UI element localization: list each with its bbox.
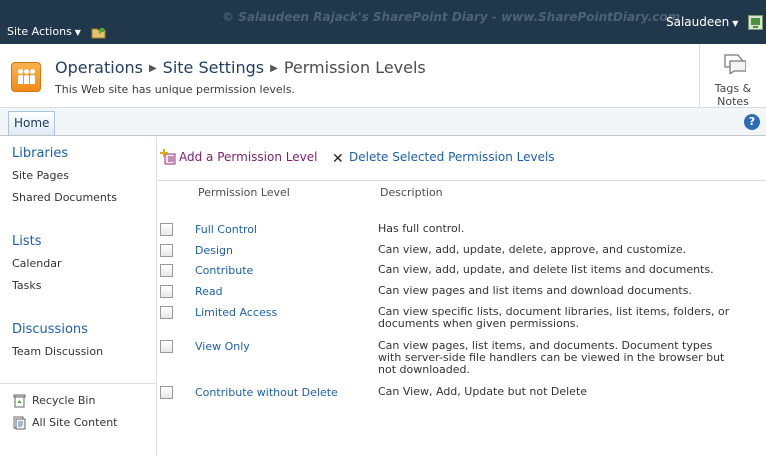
- permission-description: Can view pages and list items and downlo…: [378, 284, 692, 297]
- permission-description: Can view pages, list items, and document…: [378, 339, 725, 376]
- chevron-right-icon: ▶: [148, 63, 157, 74]
- row-checkbox[interactable]: [160, 244, 173, 257]
- ql-item-shared-documents[interactable]: Shared Documents: [12, 191, 117, 204]
- column-header-permission-level[interactable]: Permission Level: [198, 186, 290, 199]
- quick-launch: Libraries Site Pages Shared Documents Li…: [0, 137, 157, 456]
- table-header: Permission Level Description: [158, 180, 766, 204]
- permission-level-link[interactable]: Read: [195, 285, 223, 298]
- site-actions-menu[interactable]: Site Actions ▼: [7, 25, 81, 38]
- top-bar: Site Actions ▼ © Salaudeen Rajack's Share…: [0, 0, 766, 44]
- ql-heading-libraries[interactable]: Libraries: [12, 146, 68, 161]
- site-logo-icon[interactable]: [11, 62, 41, 92]
- permission-level-link[interactable]: Full Control: [195, 223, 257, 236]
- recycle-bin-link[interactable]: Recycle Bin: [32, 394, 95, 407]
- delete-selected-levels-button[interactable]: Delete Selected Permission Levels: [349, 150, 555, 164]
- watermark-text: © Salaudeen Rajack's SharePoint Diary - …: [222, 10, 681, 24]
- permission-description: Has full control.: [378, 222, 465, 235]
- ql-heading-discussions[interactable]: Discussions: [12, 322, 88, 337]
- add-permission-icon: [160, 149, 176, 165]
- all-site-content-icon: [13, 416, 26, 430]
- page-title: Permission Levels: [283, 58, 426, 77]
- user-name: Salaudeen: [666, 15, 730, 29]
- ql-item-tasks[interactable]: Tasks: [12, 279, 41, 292]
- chevron-down-icon: ▼: [74, 28, 81, 37]
- unique-permissions-message: This Web site has unique permission leve…: [55, 83, 295, 96]
- permission-description: Can view, add, update, delete, approve, …: [378, 243, 687, 256]
- all-site-content-link[interactable]: All Site Content: [32, 416, 118, 429]
- permission-level-link[interactable]: Contribute: [195, 264, 253, 277]
- breadcrumb: Operations ▶ Site Settings ▶ Permission Leve…: [55, 58, 426, 77]
- chevron-right-icon: ▶: [270, 63, 278, 74]
- user-menu[interactable]: Salaudeen ▼: [666, 15, 738, 29]
- user-presence-icon[interactable]: [748, 15, 763, 30]
- permission-description: Can view specific lists, document librar…: [378, 305, 730, 330]
- ql-heading-lists[interactable]: Lists: [12, 234, 42, 249]
- tags-label-line1: Tags &: [714, 82, 752, 95]
- folder-arrow-icon[interactable]: [91, 25, 107, 39]
- ribbon-tab-row: Home ?: [0, 108, 766, 136]
- ql-item-site-pages[interactable]: Site Pages: [12, 169, 69, 182]
- permission-level-link[interactable]: Limited Access: [195, 306, 277, 319]
- breadcrumb-operations[interactable]: Operations: [55, 58, 143, 77]
- recycle-bin-icon: [13, 394, 26, 408]
- tags-notes-label: Tags & Notes: [700, 82, 766, 108]
- column-header-description[interactable]: Description: [380, 186, 443, 199]
- add-permission-level-button[interactable]: Add a Permission Level: [179, 150, 317, 164]
- permission-level-link[interactable]: Design: [195, 244, 233, 257]
- row-checkbox[interactable]: [160, 264, 173, 277]
- permission-level-link[interactable]: View Only: [195, 340, 250, 353]
- tags-notes-button[interactable]: Tags & Notes: [699, 44, 766, 108]
- row-checkbox[interactable]: [160, 386, 173, 399]
- ql-utilities: Recycle Bin All Site Content: [0, 383, 156, 456]
- permission-level-link[interactable]: Contribute without Delete: [195, 386, 338, 399]
- row-checkbox[interactable]: [160, 306, 173, 319]
- ql-item-team-discussion[interactable]: Team Discussion: [12, 345, 103, 358]
- row-checkbox[interactable]: [160, 340, 173, 353]
- tab-home[interactable]: Home: [8, 111, 56, 135]
- tags-notes-icon: [724, 54, 746, 74]
- permission-description: Can View, Add, Update but not Delete: [378, 385, 588, 398]
- title-area: Operations ▶ Site Settings ▶ Permission Leve…: [0, 44, 766, 108]
- breadcrumb-site-settings[interactable]: Site Settings: [163, 58, 264, 77]
- ql-item-calendar[interactable]: Calendar: [12, 257, 61, 270]
- row-checkbox[interactable]: [160, 223, 173, 236]
- delete-x-icon: ✕: [332, 151, 344, 167]
- permission-description: Can view, add, update, and delete list i…: [378, 263, 714, 276]
- tags-label-line2: Notes: [717, 95, 749, 108]
- help-icon[interactable]: ?: [744, 114, 760, 130]
- chevron-down-icon: ▼: [732, 19, 739, 28]
- row-checkbox[interactable]: [160, 285, 173, 298]
- site-actions-label: Site Actions: [7, 25, 72, 38]
